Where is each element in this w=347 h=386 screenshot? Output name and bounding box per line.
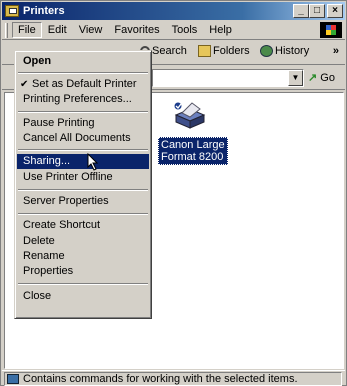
menu-view[interactable]: View bbox=[73, 22, 109, 38]
maximize-button[interactable]: □ bbox=[309, 4, 325, 18]
menu-delete[interactable]: Delete bbox=[17, 234, 149, 249]
printers-window: Printers _ □ × File Edit View Favorites … bbox=[0, 0, 347, 386]
address-input[interactable]: ▼ bbox=[152, 69, 304, 87]
menu-separator bbox=[18, 189, 148, 191]
history-label: History bbox=[275, 45, 310, 57]
go-label: Go bbox=[320, 72, 335, 84]
minimize-button[interactable]: _ bbox=[293, 4, 309, 18]
menu-file[interactable]: File bbox=[12, 22, 42, 38]
menu-edit[interactable]: Edit bbox=[42, 22, 73, 38]
menu-separator bbox=[18, 72, 148, 74]
menu-rename[interactable]: Rename bbox=[17, 249, 149, 264]
menu-tools[interactable]: Tools bbox=[166, 22, 204, 38]
menu-separator bbox=[18, 111, 148, 113]
menu-set-default-printer[interactable]: ✔ Set as Default Printer bbox=[17, 77, 149, 92]
status-computer-icon bbox=[7, 373, 19, 384]
menu-separator bbox=[18, 213, 148, 215]
address-dropdown-button[interactable]: ▼ bbox=[288, 70, 303, 86]
window-controls: _ □ × bbox=[293, 4, 343, 18]
folders-label: Folders bbox=[213, 45, 250, 57]
menu-cancel-all-documents[interactable]: Cancel All Documents bbox=[17, 131, 149, 146]
menu-bar: File Edit View Favorites Tools Help bbox=[2, 21, 345, 40]
mouse-pointer-icon bbox=[87, 153, 99, 171]
menu-favorites[interactable]: Favorites bbox=[108, 22, 165, 38]
close-button[interactable]: × bbox=[327, 4, 343, 18]
menu-properties[interactable]: Properties bbox=[17, 264, 149, 279]
menu-use-printer-offline[interactable]: Use Printer Offline bbox=[17, 170, 149, 185]
folders-button[interactable]: Folders bbox=[198, 45, 250, 57]
menu-help[interactable]: Help bbox=[203, 22, 238, 38]
menu-server-properties[interactable]: Server Properties bbox=[17, 194, 149, 209]
set-default-label: Set as Default Printer bbox=[32, 78, 137, 90]
printer-icon[interactable] bbox=[172, 101, 206, 129]
history-icon bbox=[260, 45, 273, 57]
status-bar: Contains commands for working with the s… bbox=[2, 370, 345, 386]
windows-logo-icon bbox=[320, 22, 342, 38]
go-button[interactable]: ↗ Go bbox=[308, 71, 335, 84]
window-title: Printers bbox=[23, 5, 65, 17]
menu-separator bbox=[18, 283, 148, 285]
search-label: Search bbox=[152, 45, 187, 57]
history-button[interactable]: History bbox=[260, 45, 309, 57]
title-bar[interactable]: Printers _ □ × bbox=[2, 2, 345, 20]
menu-create-shortcut[interactable]: Create Shortcut bbox=[17, 218, 149, 233]
menubar-grip[interactable] bbox=[5, 22, 8, 38]
menu-printing-preferences[interactable]: Printing Preferences... bbox=[17, 92, 149, 107]
folders-icon bbox=[198, 45, 211, 57]
file-menu-dropdown: Open ✔ Set as Default Printer Printing P… bbox=[14, 50, 152, 319]
status-text: Contains commands for working with the s… bbox=[23, 372, 298, 385]
menu-close[interactable]: Close bbox=[17, 289, 149, 304]
printers-folder-icon bbox=[5, 5, 19, 17]
menu-pause-printing[interactable]: Pause Printing bbox=[17, 116, 149, 131]
checkmark-icon: ✔ bbox=[20, 79, 29, 90]
toolbar-more-chevron[interactable]: » bbox=[333, 45, 339, 57]
menu-separator bbox=[18, 149, 148, 151]
go-arrow-icon: ↗ bbox=[308, 72, 318, 84]
menu-sharing[interactable]: Sharing... bbox=[17, 154, 149, 169]
printer-label[interactable]: Canon Large Format 8200 bbox=[158, 137, 228, 165]
status-panel: Contains commands for working with the s… bbox=[4, 371, 342, 386]
menu-open[interactable]: Open bbox=[17, 54, 149, 69]
